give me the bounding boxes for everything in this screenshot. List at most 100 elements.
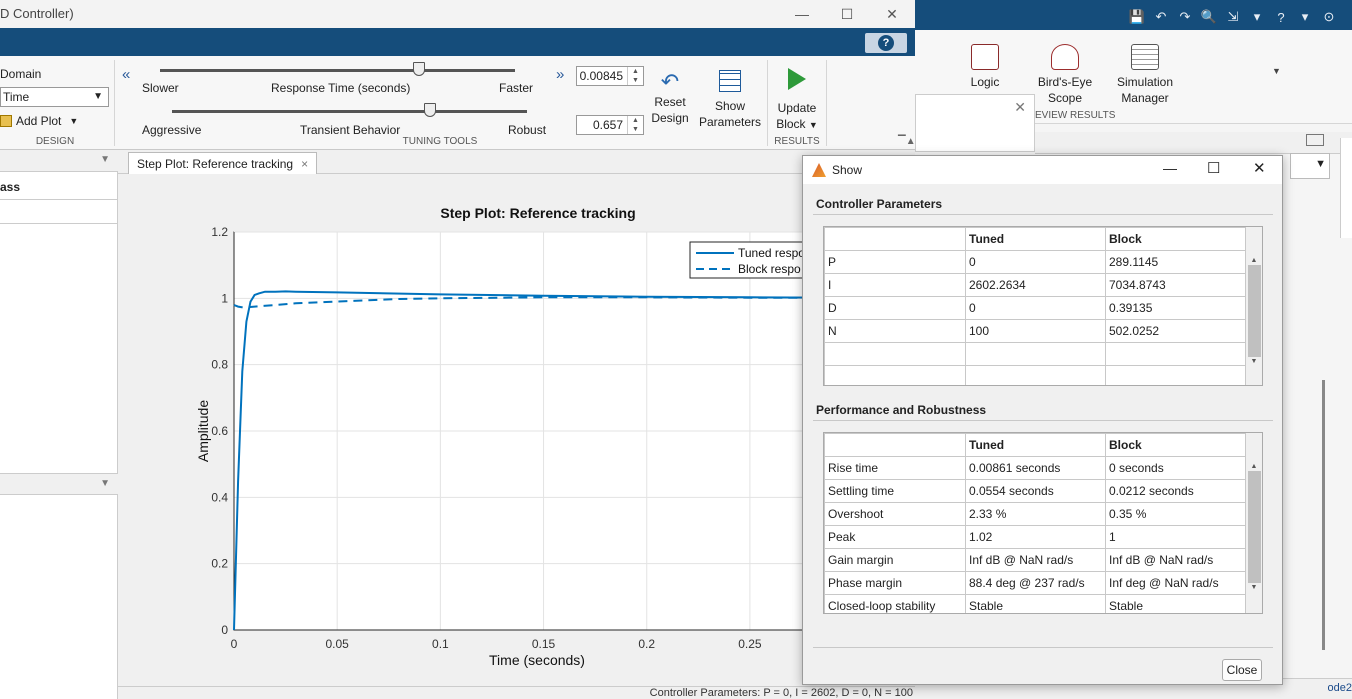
table-cell: Closed-loop stability: [824, 594, 966, 613]
table-row[interactable]: Gain margin Inf dB @ NaN rad/s Inf dB @ Na…: [824, 548, 1247, 572]
close-icon[interactable]: ✕: [1014, 99, 1026, 116]
table-cell: Overshoot: [824, 502, 966, 526]
matlab-icon: [812, 163, 826, 177]
spinner-icon[interactable]: ▲ ▼: [627, 67, 643, 85]
logic-analyzer-label: Logic: [970, 75, 1000, 89]
birds-eye-label-2: Scope: [1047, 91, 1083, 105]
scroll-thumb[interactable]: [1247, 471, 1261, 583]
table-row[interactable]: [824, 365, 1247, 385]
results-section-label: RESULTS: [774, 136, 820, 147]
tab-step-plot[interactable]: Step Plot: Reference tracking ×: [128, 152, 318, 174]
tab-close-icon[interactable]: ×: [301, 157, 308, 171]
table-cell: 0 seconds: [1105, 456, 1247, 480]
table-row[interactable]: Overshoot 2.33 % 0.35 %: [824, 502, 1247, 526]
x-tick-label: 0.1: [432, 637, 449, 651]
x-tick-label: 0.15: [532, 637, 556, 651]
table-row[interactable]: [824, 342, 1247, 366]
minimize-icon[interactable]: —: [1163, 160, 1177, 176]
birds-eye-scope-button[interactable]: Bird's-Eye Scope: [1035, 44, 1095, 106]
search-icon[interactable]: 🔍: [1200, 8, 1218, 26]
collapse-icon[interactable]: «: [122, 66, 130, 83]
help-dropdown-icon[interactable]: ▾: [1296, 8, 1314, 26]
dialog-titlebar: Show — ☐ ✕: [803, 156, 1282, 184]
transient-input[interactable]: 0.657 ▲ ▼: [576, 115, 644, 135]
help-button[interactable]: ?: [865, 33, 907, 53]
divider: [826, 60, 827, 146]
maximize-icon[interactable]: ☐: [837, 4, 857, 24]
table-row[interactable]: P 0 289.1145: [824, 250, 1247, 274]
add-plot-button[interactable]: Add Plot ▼: [0, 114, 78, 128]
table-row[interactable]: Settling time 0.0554 seconds 0.0212 second…: [824, 479, 1247, 503]
table-row[interactable]: [0, 200, 118, 224]
logic-analyzer-button[interactable]: Logic: [960, 44, 1010, 90]
scroll-thumb[interactable]: [1247, 265, 1261, 357]
response-time-thumb[interactable]: [413, 62, 425, 76]
solver-label: ode2: [1327, 682, 1352, 694]
spinner-icon[interactable]: ▲ ▼: [627, 116, 643, 134]
table-row[interactable]: Rise time 0.00861 seconds 0 seconds: [824, 456, 1247, 480]
help-icon[interactable]: ?: [1272, 8, 1290, 26]
table-row[interactable]: N 100 502.0252: [824, 319, 1247, 343]
table-cell: 502.0252: [1105, 319, 1247, 343]
minimize-icon[interactable]: —: [792, 4, 812, 24]
close-icon[interactable]: ✕: [882, 4, 902, 24]
table-row[interactable]: Closed-loop stability Stable Stable: [824, 594, 1247, 613]
domain-label: Domain: [0, 67, 42, 81]
table-row[interactable]: Peak 1.02 1: [824, 525, 1247, 549]
chevron-down-icon[interactable]: ▼: [100, 154, 110, 165]
divider: [813, 214, 1273, 215]
table-row[interactable]: I 2602.2634 7034.8743: [824, 273, 1247, 297]
scrollbar[interactable]: ▲ ▼: [1245, 227, 1262, 385]
waveform-icon: [971, 44, 999, 70]
close-button[interactable]: Close: [1222, 659, 1262, 681]
scroll-up-icon[interactable]: ▲: [1246, 257, 1262, 264]
update-block-button[interactable]: Update Block ▼: [774, 66, 820, 133]
scroll-up-icon[interactable]: ▲: [1246, 463, 1262, 470]
maximize-icon[interactable]: ☐: [1207, 159, 1220, 177]
chevron-down-icon: ▼: [69, 116, 79, 126]
status-bar: Controller Parameters: P = 0, I = 2602, …: [118, 686, 915, 699]
show-label-2: Parameters: [698, 115, 762, 129]
expand-icon[interactable]: »: [556, 66, 564, 83]
review-results-section: EVIEW RESULTS: [1035, 110, 1116, 121]
undo-icon[interactable]: ↶: [1152, 8, 1170, 26]
transient-thumb[interactable]: [424, 103, 436, 117]
table-cell: [965, 342, 1106, 366]
redo-icon[interactable]: ↷: [1176, 8, 1194, 26]
response-time-input[interactable]: 0.00845 ▲ ▼: [576, 66, 644, 86]
scroll-down-icon[interactable]: ▼: [1246, 584, 1262, 591]
simulation-manager-button[interactable]: Simulation Manager: [1112, 44, 1178, 106]
scrollbar[interactable]: ▲ ▼: [1245, 433, 1262, 613]
bg-scrollbar[interactable]: [1322, 380, 1325, 650]
minimize-ribbon-icon[interactable]: ⊙: [1320, 8, 1338, 26]
keyboard-icon[interactable]: [1306, 134, 1324, 146]
bg-dropdown[interactable]: ▼: [1290, 153, 1330, 179]
reset-design-button[interactable]: ↶ Reset Design: [649, 70, 691, 126]
collapse-ribbon-icon[interactable]: ▔▲: [898, 136, 916, 147]
performance-table[interactable]: Tuned Block Rise time 0.00861 seconds 0 sec…: [823, 432, 1263, 614]
table-header-row: Tuned Block: [824, 227, 1247, 251]
table-cell: 2602.2634: [965, 273, 1106, 297]
domain-select[interactable]: Time ▼: [0, 87, 109, 107]
dropdown-icon[interactable]: ▾: [1248, 8, 1266, 26]
save-icon[interactable]: 💾: [1128, 8, 1146, 26]
step-plot-chart[interactable]: 00.050.10.150.20.250.300.20.40.60.811.2S…: [118, 174, 916, 686]
scroll-down-icon[interactable]: ▼: [1246, 358, 1262, 365]
property-inspector-tab[interactable]: [1340, 138, 1352, 238]
chevron-down-icon[interactable]: ▼: [100, 478, 110, 489]
close-icon[interactable]: ✕: [1253, 159, 1266, 177]
aggressive-label: Aggressive: [142, 123, 202, 137]
tab-label: Step Plot: Reference tracking: [137, 156, 294, 171]
help-icon: ?: [878, 35, 894, 51]
table-row[interactable]: D 0 0.39135: [824, 296, 1247, 320]
pin-icon[interactable]: ⇲: [1224, 8, 1242, 26]
panel-header: ▼: [0, 473, 118, 495]
legend-label: Block respo: [738, 262, 801, 276]
ribbon-more-icon[interactable]: ▼: [1272, 66, 1281, 76]
table-row[interactable]: Phase margin 88.4 deg @ 237 rad/s Inf deg …: [824, 571, 1247, 595]
show-parameters-button[interactable]: Show Parameters: [698, 70, 762, 130]
add-plot-label: Add Plot: [16, 114, 62, 128]
column-header: Tuned: [965, 227, 1106, 251]
controller-params-table[interactable]: Tuned Block P 0 289.1145 I 2602.2634 7034.8743…: [823, 226, 1263, 386]
table-cell: Inf dB @ NaN rad/s: [1105, 548, 1247, 572]
